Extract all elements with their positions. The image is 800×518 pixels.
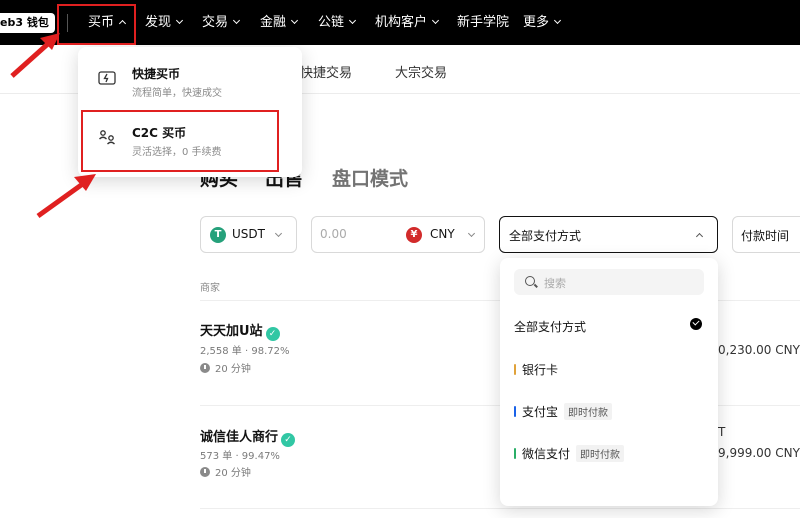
- nav-more[interactable]: 更多: [523, 0, 562, 45]
- arrow-to-c2c: [36, 174, 96, 219]
- clock-icon: [200, 467, 210, 477]
- sort-select-value: 付款时间: [741, 229, 790, 243]
- chevron-down-icon: [553, 16, 562, 25]
- merchant-limit: 0,230.00 CNY: [718, 343, 800, 357]
- payment-search-input[interactable]: 搜索: [514, 269, 704, 295]
- payment-time-text: 20 分钟: [215, 468, 251, 479]
- cny-icon: ¥: [406, 227, 422, 243]
- menu-item-quick-buy[interactable]: 快捷买币 流程简单，快速成交: [78, 51, 302, 109]
- usdt-icon: T: [210, 227, 226, 243]
- coin-select-value: USDT: [232, 227, 265, 241]
- nav-academy[interactable]: 新手学院: [457, 0, 509, 45]
- chevron-up-icon: [695, 232, 704, 241]
- payment-option-label: 银行卡: [522, 363, 559, 377]
- sort-select[interactable]: 付款时间: [732, 216, 800, 253]
- nav-public-chain-label: 公链: [318, 15, 345, 30]
- amount-input-group: 0.00 ¥ CNY: [311, 216, 485, 253]
- fiat-select-value[interactable]: CNY: [430, 227, 455, 241]
- tab-orderbook-mode[interactable]: 盘口模式: [332, 164, 408, 191]
- highlight-box-c2c: [81, 110, 279, 172]
- web3-wallet-button[interactable]: eb3 钱包: [0, 13, 55, 33]
- subtab-block-trade[interactable]: 大宗交易: [395, 62, 447, 81]
- nav-institutional-label: 机构客户: [375, 15, 428, 30]
- payment-time: 20 分钟: [200, 464, 251, 479]
- quick-buy-title: 快捷买币: [132, 67, 181, 81]
- payment-option-label: 全部支付方式: [514, 320, 587, 334]
- nav-discover-label: 发现: [145, 15, 172, 30]
- payment-method-dropdown: 搜索 全部支付方式 银行卡 支付宝 即时付款 微信支付 即时付款: [500, 258, 718, 506]
- selected-check-icon: [690, 318, 702, 330]
- nav-public-chain[interactable]: 公链: [318, 0, 357, 45]
- nav-institutional[interactable]: 机构客户: [375, 0, 440, 45]
- nav-finance[interactable]: 金融: [260, 0, 299, 45]
- payment-option-alipay[interactable]: 支付宝 即时付款: [514, 403, 613, 420]
- merchant-name[interactable]: 诚信佳人商行 ✓: [200, 426, 296, 447]
- merchant-name-text: 诚信佳人商行: [200, 430, 279, 445]
- nav-more-label: 更多: [523, 15, 550, 30]
- verified-badge-icon: ✓: [281, 433, 296, 447]
- chevron-down-icon: [232, 16, 241, 25]
- payment-time: 20 分钟: [200, 360, 251, 375]
- search-icon: [525, 276, 535, 286]
- clock-icon: [200, 363, 210, 373]
- payment-option-wechat[interactable]: 微信支付 即时付款: [514, 445, 625, 462]
- merchant-name-text: 天天加U站: [200, 324, 263, 339]
- payment-search-placeholder: 搜索: [544, 277, 566, 290]
- merchant-stats: 573 单 · 99.47%: [200, 451, 280, 462]
- merchant-stats: 2,558 单 · 98.72%: [200, 346, 290, 357]
- instant-payment-tag: 即时付款: [564, 403, 613, 420]
- payment-time-text: 20 分钟: [215, 364, 251, 375]
- chevron-down-icon: [348, 16, 357, 25]
- verified-badge-icon: ✓: [265, 327, 280, 341]
- merchant-name[interactable]: 天天加U站 ✓: [200, 320, 280, 341]
- amount-input[interactable]: 0.00: [320, 227, 347, 241]
- chevron-down-icon[interactable]: [467, 229, 476, 238]
- card-lightning-icon: [98, 71, 116, 85]
- highlight-box-buy-crypto: [57, 4, 136, 45]
- nav-trade[interactable]: 交易: [202, 0, 241, 45]
- coin-select[interactable]: T USDT: [200, 216, 297, 253]
- nav-finance-label: 金融: [260, 15, 287, 30]
- payment-option-bank-card[interactable]: 银行卡: [514, 361, 558, 378]
- chevron-down-icon: [290, 16, 299, 25]
- divider: [200, 508, 800, 509]
- bank-card-marker-icon: [514, 364, 516, 375]
- alipay-marker-icon: [514, 406, 516, 417]
- instant-payment-tag: 即时付款: [576, 445, 625, 462]
- subtab-express[interactable]: 快捷交易: [300, 62, 352, 81]
- payment-option-label: 微信支付: [522, 447, 571, 461]
- wechat-marker-icon: [514, 448, 516, 459]
- nav-academy-label: 新手学院: [457, 15, 510, 30]
- payment-method-select[interactable]: 全部支付方式: [499, 216, 718, 253]
- merchant-column-header: 商家: [200, 283, 220, 294]
- quick-buy-desc: 流程简单，快速成交: [132, 88, 222, 99]
- merchant-available: T: [718, 425, 726, 439]
- nav-discover[interactable]: 发现: [145, 0, 184, 45]
- chevron-down-icon: [175, 16, 184, 25]
- chevron-down-icon: [274, 229, 283, 238]
- payment-option-label: 支付宝: [522, 405, 559, 419]
- payment-option-all[interactable]: 全部支付方式: [514, 318, 586, 335]
- merchant-limit: 9,999.00 CNY: [718, 446, 800, 460]
- nav-trade-label: 交易: [202, 15, 229, 30]
- payment-select-value: 全部支付方式: [509, 229, 582, 243]
- chevron-down-icon: [431, 16, 440, 25]
